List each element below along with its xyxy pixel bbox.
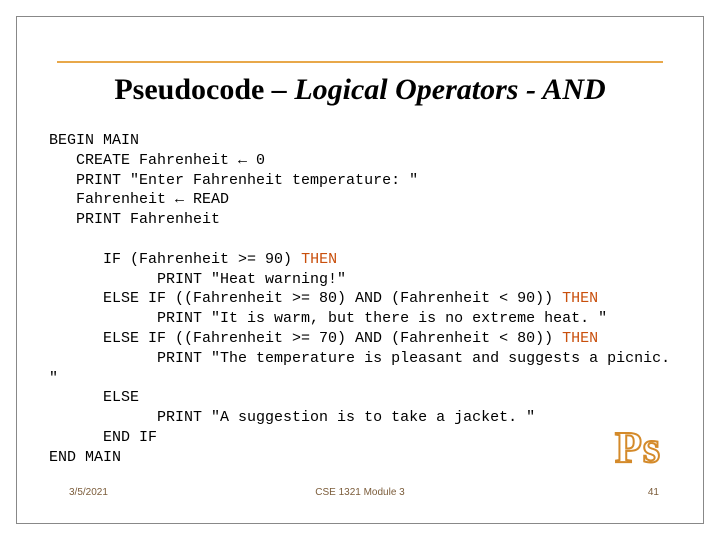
code-line: CREATE Fahrenheit ← 0 [49, 152, 265, 169]
code-line: PRINT "A suggestion is to take a jacket.… [49, 409, 535, 426]
code-line: Fahrenheit ← READ [49, 191, 229, 208]
slide-content: Pseudocode – Logical Operators - AND BEG… [45, 37, 675, 493]
code-line: PRINT Fahrenheit [49, 211, 220, 228]
code-line: BEGIN MAIN [49, 132, 139, 149]
code-line: END IF [49, 429, 157, 446]
ps-badge: Ps [615, 422, 661, 473]
title-prefix: Pseudocode [114, 73, 272, 106]
code-line: PRINT "Enter Fahrenheit temperature: " [49, 172, 418, 189]
code-line: PRINT "The temperature is pleasant and s… [49, 350, 679, 387]
pseudocode-block: BEGIN MAIN CREATE Fahrenheit ← 0 PRINT "… [45, 131, 675, 468]
footer-center: CSE 1321 Module 3 [17, 487, 703, 498]
keyword-then: THEN [562, 330, 598, 347]
code-line: IF (Fahrenheit >= 90) [49, 251, 301, 268]
code-line: END MAIN [49, 449, 121, 466]
code-line: PRINT "Heat warning!" [49, 271, 346, 288]
keyword-then: THEN [562, 290, 598, 307]
slide-frame: Pseudocode – Logical Operators - AND BEG… [16, 16, 704, 524]
slide-title: Pseudocode – Logical Operators - AND [45, 73, 675, 107]
code-line: ELSE [49, 389, 139, 406]
footer-page-number: 41 [648, 487, 659, 498]
code-line: ELSE IF ((Fahrenheit >= 70) AND (Fahrenh… [49, 330, 562, 347]
code-line: ELSE IF ((Fahrenheit >= 80) AND (Fahrenh… [49, 290, 562, 307]
title-italic: – Logical Operators - AND [272, 73, 606, 106]
code-line: PRINT "It is warm, but there is no extre… [49, 310, 607, 327]
keyword-then: THEN [301, 251, 337, 268]
